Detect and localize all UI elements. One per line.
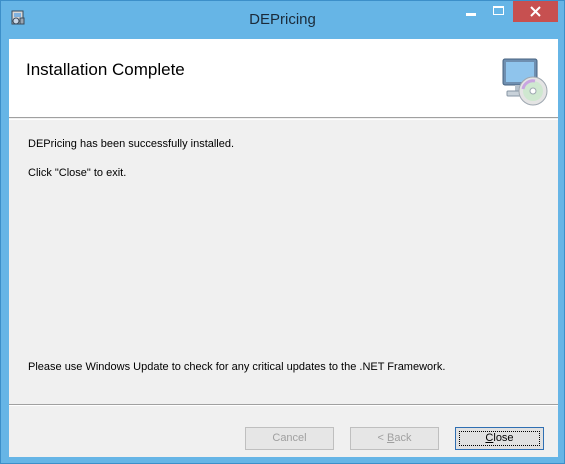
- computer-cd-icon: [495, 53, 551, 109]
- header-banner: Installation Complete: [9, 39, 558, 118]
- close-button-label-rest: lose: [493, 432, 514, 444]
- close-button[interactable]: Close: [455, 427, 544, 450]
- success-message: DEPricing has been successfully installe…: [28, 138, 235, 150]
- back-button[interactable]: < Back: [350, 427, 439, 450]
- back-button-prefix: <: [377, 432, 387, 444]
- maximize-button[interactable]: [485, 1, 512, 22]
- page-title: Installation Complete: [26, 60, 185, 79]
- minimize-button[interactable]: [457, 1, 485, 22]
- footer-divider-highlight: [9, 405, 558, 406]
- installer-window: DEPricing Installation Complete DEPricin…: [0, 0, 565, 464]
- banner-separator: [9, 119, 558, 120]
- update-notice: Please use Windows Update to check for a…: [28, 361, 446, 373]
- close-icon: [530, 6, 541, 17]
- cancel-button-label: Cancel: [272, 432, 307, 444]
- back-button-label-rest: ack: [394, 432, 412, 444]
- minimize-icon: [466, 13, 476, 16]
- title-bar[interactable]: DEPricing: [1, 1, 564, 39]
- exit-instruction: Click "Close" to exit.: [28, 167, 127, 179]
- maximize-icon: [493, 6, 504, 15]
- dialog-client-area: Installation Complete DEPricing has been…: [9, 39, 558, 457]
- cancel-button[interactable]: Cancel: [245, 427, 334, 450]
- close-window-button[interactable]: [513, 1, 558, 22]
